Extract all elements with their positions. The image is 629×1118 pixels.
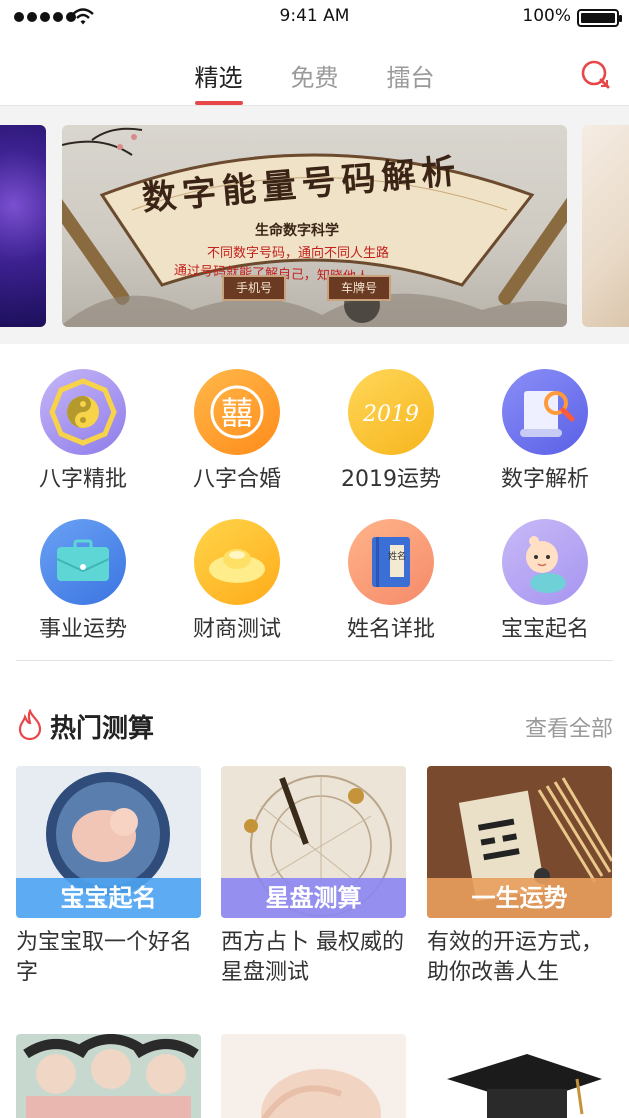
battery-icon [577,9,622,27]
tab-featured[interactable]: 精选 [194,54,243,105]
feature-label: 八字精批 [38,467,127,492]
feature-career-fortune[interactable]: 事业运势 [6,519,160,643]
card-ribbon: 星盘测算 [221,878,406,918]
feature-label: 财商测试 [192,617,281,642]
feature-label: 八字合婚 [192,467,281,492]
feature-number-analysis[interactable]: 数字解析 [468,369,622,493]
hot-card-baby-naming[interactable]: 宝宝起名 为宝宝取一个好名字 [16,766,201,988]
card-thumbnail [221,1034,406,1118]
svg-text:2019: 2019 [362,402,419,427]
feature-2019-fortune[interactable]: 2019 2019运势 [314,369,468,493]
name-book-icon: 姓名 [348,519,434,605]
card-ribbon: 宝宝起名 [16,878,201,918]
feature-label: 2019运势 [341,467,441,492]
feature-label: 事业运势 [38,617,127,642]
banner-subtitle: 生命数字科学 [255,223,339,239]
hot-section-title: 热门测算 [50,714,155,744]
flame-icon [18,709,42,741]
top-navigation: 精选 免费 擂台 [0,36,629,106]
banner-next-slide[interactable] [582,125,629,327]
hot-card-partial-1[interactable] [16,1034,201,1118]
tab-arena[interactable]: 擂台 [387,54,435,105]
gold-ingot-icon [194,519,280,605]
card-thumbnail: 星盘测算 [221,766,406,918]
scroll-magnifier-icon [502,369,588,455]
banner-carousel[interactable]: 数字能量号码解析 生命数字科学 不同数字号码，通向不同人生路 通过号码就能了解自… [0,106,629,344]
card-thumbnail [427,1034,612,1118]
feature-grid: 八字精批 囍 八字合婚 2019 2019运势 数字解析 事业运势 财商测试 姓… [0,356,629,656]
card-description: 为宝宝取一个好名字 [16,930,193,985]
hot-card-partial-3[interactable] [427,1034,612,1118]
feature-wealth-test[interactable]: 财商测试 [160,519,314,643]
card-thumbnail [16,1034,201,1118]
hot-section-header: 热门测算 查看全部 [16,706,613,746]
banner-slide-number-analysis[interactable]: 数字能量号码解析 生命数字科学 不同数字号码，通向不同人生路 通过号码就能了解自… [62,125,567,327]
banner-prev-slide[interactable] [0,125,46,327]
briefcase-icon [40,519,126,605]
feature-marriage-match[interactable]: 囍 八字合婚 [160,369,314,493]
2019-icon: 2019 [348,369,434,455]
phone-number-button[interactable]: 手机号 [222,275,287,301]
card-thumbnail: 一生运势 [427,766,612,918]
view-all-link[interactable]: 查看全部 [525,711,613,743]
hot-card-partial-2[interactable] [221,1034,406,1118]
double-happiness-icon: 囍 [194,369,280,455]
feature-label: 数字解析 [500,467,589,492]
feature-name-analysis[interactable]: 姓名 姓名详批 [314,519,468,643]
svg-text:姓名: 姓名 [388,550,406,562]
baby-icon [502,519,588,605]
battery-percent: 100% [522,6,571,26]
search-icon[interactable] [579,58,611,90]
card-ribbon: 一生运势 [427,878,612,918]
card-thumbnail: 宝宝起名 [16,766,201,918]
license-plate-button[interactable]: 车牌号 [327,275,392,301]
section-divider [16,660,613,661]
bagua-icon [40,369,126,455]
card-description: 有效的开运方式，助你改善人生 [427,930,604,985]
status-bar: 9:41 AM 100% [0,0,629,36]
tab-free[interactable]: 免费 [291,54,339,105]
banner-tagline-1: 不同数字号码，通向不同人生路 [207,246,390,261]
hot-card-life-fortune[interactable]: 一生运势 有效的开运方式，助你改善人生 [427,766,612,988]
tab-bar: 精选 免费 擂台 [0,54,629,105]
feature-label: 姓名详批 [346,617,435,642]
hot-card-astrology[interactable]: 星盘测算 西方占卜 最权威的星盘测试 [221,766,406,988]
svg-text:囍: 囍 [221,394,253,432]
feature-baby-naming[interactable]: 宝宝起名 [468,519,622,643]
card-description: 西方占卜 最权威的星盘测试 [221,930,404,985]
feature-bazi-reading[interactable]: 八字精批 [6,369,160,493]
feature-label: 宝宝起名 [500,617,589,642]
